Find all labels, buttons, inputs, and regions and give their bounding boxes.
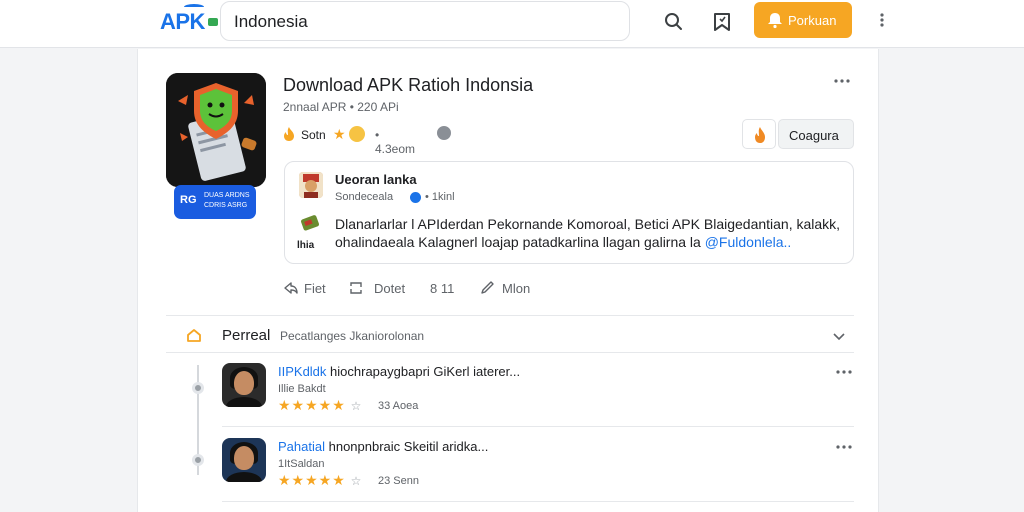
review-text: hiochrapaygbapri GiKerl iaterer... — [330, 364, 521, 379]
star-icon: ★ — [333, 126, 346, 142]
app-action-button-label: Coagura — [789, 128, 839, 143]
star-rating: ★★★★★ — [278, 397, 346, 413]
review-author[interactable]: IIPKdldk — [278, 364, 326, 379]
verified-icon — [410, 192, 421, 203]
share-icon — [284, 282, 298, 294]
app-rating: Sotn — [301, 128, 326, 142]
section-title: Perreal — [222, 327, 271, 344]
download-icon[interactable] — [437, 126, 451, 140]
reply-action[interactable]: Mlon — [480, 279, 550, 299]
app-badge-secondary: DUAS ARDNS CDRIS ASRG — [204, 192, 250, 209]
review-divider — [222, 501, 854, 502]
reply-icon — [481, 281, 494, 294]
more-vertical-icon — [880, 13, 884, 27]
review-subtitle: Illie Bakdt — [278, 383, 326, 395]
site-logo[interactable]: APK — [160, 4, 220, 36]
post-thumbnail: lhia — [297, 214, 323, 252]
section-divider — [166, 315, 854, 316]
header-primary-button[interactable]: Porkuan — [754, 2, 852, 38]
avatar-face — [234, 446, 254, 470]
card-more-button[interactable] — [832, 73, 852, 89]
fire-icon — [284, 127, 294, 141]
review-headline: IIPKdldk hiochrapaygbapri GiKerl iaterer… — [278, 364, 520, 379]
search-button[interactable] — [660, 8, 688, 36]
avatar-art — [299, 172, 323, 198]
share-action[interactable]: Fiet — [282, 279, 332, 299]
review-count: 23 Senn — [378, 475, 419, 487]
review-divider — [222, 426, 854, 427]
search-icon — [665, 13, 682, 30]
post-actions: Fiet Dotet 8 11 Mlon — [282, 279, 582, 299]
review-headline: Pahatial hnonpnbraic Skeitil aridka... — [278, 439, 488, 454]
review-subtitle: 1ItSaldan — [278, 458, 325, 470]
repost-action[interactable]: Dotet — [348, 279, 418, 299]
more-horizontal-icon[interactable] — [834, 440, 854, 454]
section-subtitle: Pecatlanges Jkaniorolonan — [280, 329, 425, 343]
post-thumbnail-label: lhia — [297, 240, 315, 251]
review-stars: ★★★★★ ☆ — [278, 397, 362, 414]
review-item[interactable]: Pahatial hnonpnbraic Skeitil aridka... 1… — [222, 438, 854, 498]
thumbnail-art — [300, 215, 320, 231]
review-avatar[interactable] — [222, 438, 266, 482]
like-count-label: 8 11 — [430, 281, 455, 296]
more-horizontal-icon[interactable] — [834, 365, 854, 379]
reply-action-label: Mlon — [502, 281, 531, 296]
emoji-icon — [349, 126, 365, 142]
chevron-down-icon[interactable] — [830, 327, 848, 345]
app-icon-art — [166, 73, 266, 187]
more-horizontal-icon — [834, 79, 850, 83]
flame-icon — [755, 127, 765, 143]
half-star-icon: ☆ — [350, 399, 363, 413]
avatar-face — [234, 371, 254, 395]
timeline-dot — [192, 382, 204, 394]
app-action-button[interactable]: Coagura — [778, 119, 854, 149]
section-divider-2 — [166, 352, 854, 353]
repost-action-label: Dotet — [374, 281, 406, 296]
like-count[interactable]: 8 11 — [428, 279, 468, 299]
reviews-section-header[interactable]: Perreal Pecatlanges Jkaniorolonan — [187, 325, 854, 347]
post-author-avatar[interactable] — [299, 172, 323, 198]
header-more-button[interactable] — [872, 8, 892, 32]
app-size: • 4.3eom — [375, 128, 416, 156]
star-rating: ★★★★★ — [278, 472, 346, 488]
post-card: Ueoran lanka Sondeceala • 1kinl lhia Dla… — [284, 161, 854, 264]
flag-button[interactable] — [742, 119, 776, 149]
repost-icon — [350, 282, 362, 294]
search-input[interactable]: Indonesia — [220, 1, 630, 41]
bookmark-icon — [714, 13, 730, 31]
top-bar: APK Indonesia Porkuan — [0, 0, 1024, 48]
post-body: Dlanarlarlar l APIderdan Pekornande Komo… — [335, 215, 845, 251]
home-icon — [187, 329, 201, 342]
avatar-body — [226, 397, 262, 407]
app-badge: RG DUAS ARDNS CDRIS ASRG — [174, 185, 256, 219]
app-detail-card: RG DUAS ARDNS CDRIS ASRG Download APK Ra… — [137, 49, 879, 512]
bookmark-button[interactable] — [708, 8, 736, 36]
header-primary-button-label: Porkuan — [788, 13, 837, 28]
post-author-name[interactable]: Ueoran lanka — [335, 172, 417, 187]
post-mention-link[interactable]: @Fuldonlela.. — [705, 234, 792, 250]
search-value[interactable]: Indonesia — [234, 12, 308, 32]
review-avatar[interactable] — [222, 363, 266, 407]
timeline-dot — [192, 454, 204, 466]
app-badge-primary: RG — [180, 194, 197, 206]
review-author[interactable]: Pahatial — [278, 439, 325, 454]
app-subtitle: 2nnaal APR • 220 APi — [283, 100, 399, 114]
half-star-icon: ☆ — [350, 474, 363, 488]
app-icon[interactable] — [166, 73, 266, 187]
logo-dot — [208, 18, 218, 26]
app-title: Download APK Ratioh Indonsia — [283, 75, 534, 95]
post-author-handle: Sondeceala — [335, 191, 394, 203]
review-item[interactable]: IIPKdldk hiochrapaygbapri GiKerl iaterer… — [222, 363, 854, 423]
review-stars: ★★★★★ ☆ — [278, 472, 362, 489]
post-time: • 1kinl — [425, 191, 455, 203]
review-text: hnonpnbraic Skeitil aridka... — [328, 439, 489, 454]
review-count: 33 Aoea — [378, 400, 419, 412]
avatar-body — [226, 472, 262, 482]
logo-text: APK — [160, 9, 205, 34]
share-action-label: Fiet — [304, 281, 326, 296]
bell-icon — [768, 13, 782, 29]
